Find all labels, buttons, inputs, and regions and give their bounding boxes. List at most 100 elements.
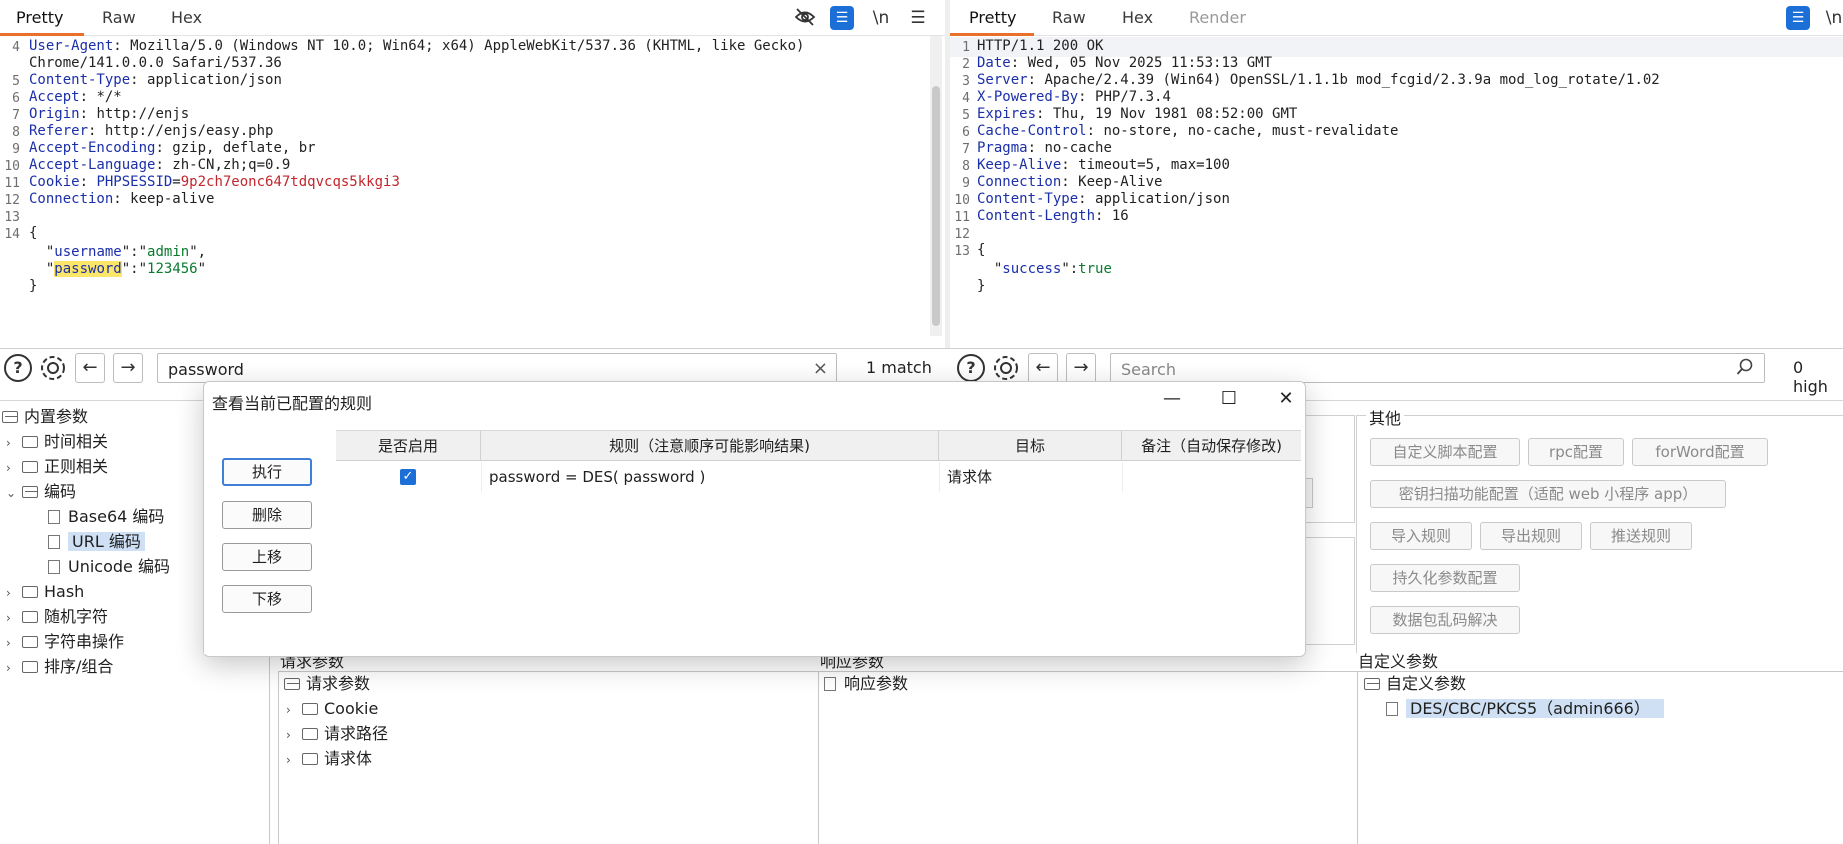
help-icon[interactable]: ? — [957, 354, 985, 382]
chevron-right-icon[interactable]: › — [6, 656, 22, 680]
column-header-note[interactable]: 备注（自动保存修改) — [1122, 431, 1301, 461]
header-value: zh-CN,zh;q=0.9 — [172, 157, 291, 173]
tree-item-base64[interactable]: Base64 编码 — [48, 505, 164, 529]
tree-item-hash[interactable]: › Hash — [6, 580, 84, 604]
tree-item-sort[interactable]: › 排序/组合 — [6, 655, 113, 679]
tree-item-cookie[interactable]: › Cookie — [286, 697, 378, 721]
rpc-config-button[interactable]: rpc配置 — [1528, 438, 1624, 466]
tab-raw[interactable]: Raw — [1052, 8, 1086, 27]
column-header-rule[interactable]: 规则（注意顺序可能影响结果) — [481, 431, 939, 461]
wrap-icon[interactable]: ☰ — [830, 6, 854, 30]
chevron-down-icon[interactable]: ⌄ — [6, 481, 22, 505]
prev-match-button[interactable]: ← — [75, 353, 105, 383]
tree-item-response-params[interactable]: 响应参数 — [824, 672, 908, 696]
response-body[interactable]: 1 HTTP/1.1 200 OK 2 Date: Wed, 05 Nov 2025 … — [950, 36, 1843, 336]
tree-item-des-cbc[interactable]: DES/CBC/PKCS5（admin666） — [1386, 697, 1664, 721]
maximize-icon[interactable]: ☐ — [1215, 388, 1243, 409]
persist-params-config-button[interactable]: 持久化参数配置 — [1370, 564, 1520, 592]
tree-item-request-path[interactable]: › 请求路径 — [286, 722, 388, 746]
column-header-enabled[interactable]: 是否启用 — [336, 431, 481, 461]
request-scrollbar-thumb[interactable] — [932, 86, 940, 326]
tab-pretty[interactable]: Pretty — [16, 8, 63, 27]
enabled-checkbox[interactable]: ✓ — [400, 469, 416, 485]
gear-icon[interactable] — [991, 353, 1021, 383]
request-search-box[interactable]: × — [157, 353, 837, 383]
tab-hex[interactable]: Hex — [1122, 8, 1153, 27]
request-body[interactable]: 4 User-Agent: Mozilla/5.0 (Windows NT 10.… — [0, 36, 930, 336]
help-icon[interactable]: ? — [4, 354, 32, 382]
delete-button[interactable]: 删除 — [222, 501, 312, 529]
minimize-icon[interactable]: — — [1158, 388, 1186, 409]
forword-config-button[interactable]: forWord配置 — [1632, 438, 1768, 466]
json-key: password — [54, 261, 122, 277]
tab-hex[interactable]: Hex — [171, 8, 202, 27]
request-scrollbar[interactable] — [930, 36, 942, 336]
header-sep: : — [1027, 72, 1045, 88]
tab-raw[interactable]: Raw — [102, 8, 136, 27]
prev-match-button[interactable]: ← — [1028, 353, 1058, 383]
custom-script-config-button[interactable]: 自定义脚本配置 — [1370, 438, 1520, 466]
next-match-button[interactable]: → — [113, 353, 143, 383]
chevron-right-icon[interactable]: › — [6, 456, 22, 480]
tree-item-encoding[interactable]: ⌄ 编码 — [6, 480, 76, 504]
header-sep: : — [1061, 174, 1079, 190]
column-header-target[interactable]: 目标 — [939, 431, 1122, 461]
note-cell[interactable] — [1126, 462, 1296, 492]
rule-cell[interactable]: password = DES( password ) — [489, 462, 929, 492]
gear-icon[interactable] — [38, 353, 68, 383]
header-name: Referer — [29, 123, 89, 139]
tree-item-unicode[interactable]: Unicode 编码 — [48, 555, 170, 579]
chevron-right-icon[interactable]: › — [6, 431, 22, 455]
move-down-button[interactable]: 下移 — [222, 585, 312, 613]
chevron-right-icon[interactable]: › — [6, 631, 22, 655]
close-icon[interactable]: ✕ — [1272, 388, 1300, 409]
fix-garbled-packets-button[interactable]: 数据包乱码解决 — [1370, 606, 1520, 634]
wrap-icon[interactable]: ☰ — [1786, 6, 1810, 30]
tree-item-time[interactable]: › 时间相关 — [6, 430, 108, 454]
move-up-button[interactable]: 上移 — [222, 543, 312, 571]
clear-search-icon[interactable]: × — [813, 358, 828, 379]
target-cell[interactable]: 请求体 — [947, 462, 1117, 492]
response-search-box[interactable] — [1110, 353, 1765, 383]
code-line[interactable]: 14{ — [0, 223, 930, 243]
eye-off-icon[interactable] — [793, 6, 817, 30]
header-value: Wed, 05 Nov 2025 11:53:13 GMT — [1027, 55, 1273, 71]
execute-button[interactable]: 执行 — [222, 458, 312, 486]
import-rules-button[interactable]: 导入规则 — [1370, 522, 1472, 550]
search-icon[interactable] — [1736, 358, 1754, 380]
tree-item-request-body[interactable]: › 请求体 — [286, 747, 372, 771]
chevron-right-icon[interactable]: › — [286, 748, 302, 772]
tree-root-builtin[interactable]: 内置参数 — [2, 405, 88, 429]
next-match-button[interactable]: → — [1066, 353, 1096, 383]
tree-root-custom-params[interactable]: 自定义参数 — [1364, 672, 1466, 696]
response-match-count: 0 high — [1793, 358, 1828, 396]
code-line[interactable]: } — [0, 276, 930, 296]
chevron-right-icon[interactable]: › — [286, 698, 302, 722]
tab-pretty[interactable]: Pretty — [969, 8, 1016, 27]
request-search-input[interactable] — [166, 358, 743, 380]
push-rules-button[interactable]: 推送规则 — [1590, 522, 1692, 550]
response-search-input[interactable] — [1119, 358, 1675, 380]
code-line[interactable]: } — [950, 276, 1843, 296]
key-scan-config-button[interactable]: 密钥扫描功能配置（适配 web 小程序 app） — [1370, 480, 1726, 508]
export-rules-button[interactable]: 导出规则 — [1480, 522, 1582, 550]
tree-item-url-encode[interactable]: URL 编码 — [48, 530, 145, 554]
tree-root-request-params[interactable]: 请求参数 — [284, 672, 370, 696]
chevron-right-icon[interactable]: › — [6, 581, 22, 605]
custom-params-label: 自定义参数 — [1358, 652, 1439, 671]
header-name: Accept-Encoding — [29, 140, 156, 156]
code-line[interactable]: 13{ — [950, 240, 1843, 260]
chevron-right-icon[interactable]: › — [6, 606, 22, 630]
tree-item-regex[interactable]: › 正则相关 — [6, 455, 108, 479]
line-text: { — [977, 240, 985, 260]
tree-item-random[interactable]: › 随机字符 — [6, 605, 108, 629]
chevron-right-icon[interactable]: › — [286, 723, 302, 747]
line-text: } — [29, 276, 37, 296]
folder-icon — [22, 611, 38, 623]
header-sep: : — [1078, 89, 1096, 105]
newline-toggle[interactable]: \n — [1822, 6, 1843, 30]
menu-icon[interactable]: ☰ — [906, 6, 930, 30]
tab-render[interactable]: Render — [1189, 8, 1246, 27]
tree-item-string-ops[interactable]: › 字符串操作 — [6, 630, 124, 654]
newline-toggle[interactable]: \n — [869, 6, 893, 30]
